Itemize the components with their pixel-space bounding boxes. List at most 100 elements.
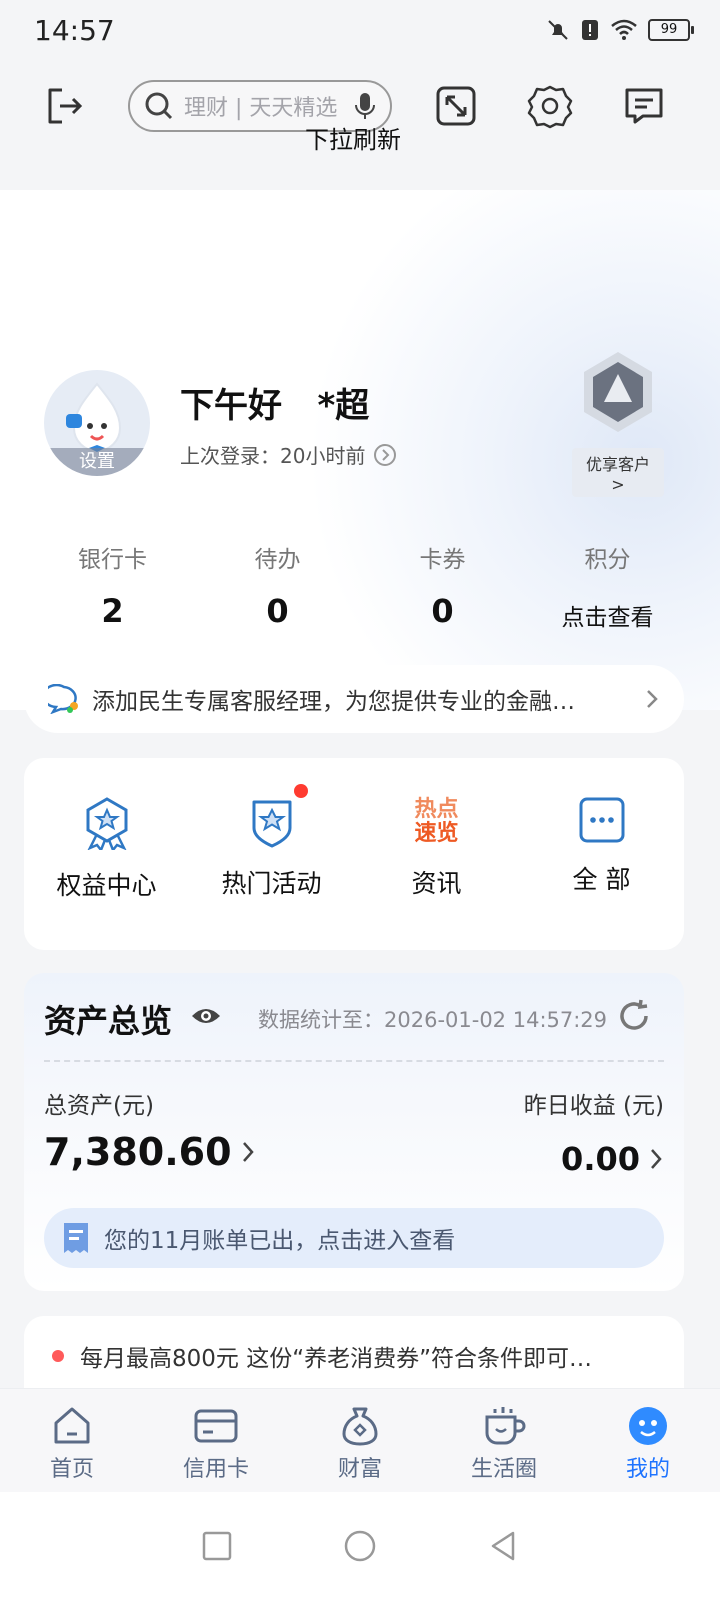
hot-icon-text-bottom: 速览 [414,821,459,846]
tab-credit-card[interactable]: 信用卡 [144,1389,288,1493]
bill-receipt-icon [64,1223,88,1253]
stat-value: 0 [266,592,289,630]
chat-bubble-icon [48,684,78,714]
tab-mine[interactable]: 我的 [576,1389,720,1493]
expand-icon [436,86,476,126]
avatar[interactable]: 设置 [44,370,150,476]
member-level[interactable]: 优享客户 > [572,350,664,497]
money-bag-icon [342,1407,378,1446]
home-circle-icon[interactable] [343,1529,377,1563]
hot-news-icon: 热点 速览 [414,796,458,848]
recent-apps-icon[interactable] [201,1530,233,1562]
stat-label: 待办 [254,547,301,573]
mute-bell-icon [548,20,568,40]
stat-label: 积分 [584,547,631,573]
stat-label: 卡券 [419,547,466,573]
news-ticker[interactable]: 每月最高800元 这份“养老消费券”符合条件即可… [24,1316,684,1396]
status-icons: 99 [546,18,694,42]
bottom-tab-bar: 首页 信用卡 财富 生活圈 我的 [0,1388,720,1493]
notification-dot [294,784,308,798]
tab-label: 首页 [49,1457,94,1482]
chevron-right-icon [242,1142,254,1162]
star-shield-icon [252,800,291,848]
shortcut-label: 热门活动 [221,869,322,898]
stat-value: 点击查看 [561,605,654,631]
tab-label: 财富 [337,1457,382,1482]
stat-value: 0 [431,592,454,630]
stat-label: 银行卡 [78,547,147,573]
assets-title: 资产总览 [44,1002,173,1040]
total-assets-amount: 7,380.60 [44,1130,232,1174]
total-assets-value[interactable]: 7,380.60 [44,1130,256,1174]
wifi-icon [611,19,637,40]
message-icon [625,88,663,124]
tab-life-circle[interactable]: 生活圈 [432,1389,576,1493]
chevron-right-icon [651,1149,662,1169]
battery-indicator: 99 [648,19,694,41]
member-badge-icon [584,352,652,432]
greeting-text: 下午好 [180,386,282,426]
news-text: 每月最高800元 这份“养老消费券”符合条件即可… [80,1346,593,1372]
status-time: 14:57 [34,14,115,47]
hot-icon-text-top: 热点 [414,797,459,822]
stat-todo[interactable]: 待办 0 [195,540,360,632]
last-login-text: 上次登录：20小时前 [180,444,366,468]
shortcut-benefits-center[interactable]: 权益中心 [24,758,189,950]
eye-icon[interactable] [190,1004,222,1028]
total-assets-label: 总资产(元) [44,1093,154,1119]
ribbon-medal-icon [86,797,127,850]
bill-notice-text: 您的11月账单已出，点击进入查看 [104,1228,456,1254]
home-icon [54,1407,90,1444]
shortcuts-panel: 权益中心 热门活动 热点 速览 资讯 全 部 [24,758,684,950]
shortcut-all[interactable]: 全 部 [519,758,684,950]
service-manager-notice[interactable]: 添加民生专属客服经理，为您提供专业的金融… [24,665,684,733]
assets-updated-time: 数据统计至：2026-01-02 14:57:29 [258,1008,608,1032]
user-name: *超 [317,386,370,426]
search-icon [145,92,173,120]
settings-button[interactable] [524,80,576,132]
refresh-icon[interactable] [616,998,652,1034]
messages-button[interactable] [618,80,670,132]
logout-icon [48,88,83,124]
greeting: 下午好 *超 [180,378,369,427]
shortcut-label: 资讯 [411,869,462,898]
tab-home[interactable]: 首页 [0,1389,144,1493]
tab-label: 信用卡 [182,1457,249,1482]
search-placeholder: 理财 | 天天精选 [184,96,338,121]
fullscreen-button[interactable] [430,80,482,132]
last-login[interactable]: 上次登录：20小时前 [180,440,397,469]
alert-icon [582,20,598,40]
shortcut-news[interactable]: 热点 速览 资讯 [354,758,519,950]
member-level-tag: 优享客户 > [572,448,664,497]
account-stats: 银行卡 2 待办 0 卡券 0 积分 点击查看 [30,540,690,632]
chevron-right-circle-icon [374,443,397,466]
stat-bank-cards[interactable]: 银行卡 2 [30,540,195,632]
tab-label: 生活圈 [470,1457,537,1482]
yesterday-earnings-value[interactable]: 0.00 [561,1140,664,1178]
gear-icon [527,85,573,129]
stat-coupons[interactable]: 卡券 0 [360,540,525,632]
shortcut-hot-activities[interactable]: 热门活动 [189,758,354,950]
back-triangle-icon[interactable] [487,1530,519,1562]
more-dots-icon [579,797,624,843]
stat-value: 2 [101,592,124,630]
chevron-right-icon [647,690,658,708]
avatar-settings-label: 设置 [44,448,150,476]
notice-text: 添加民生专属客服经理，为您提供专业的金融… [92,689,575,715]
yesterday-earnings-amount: 0.00 [561,1140,640,1178]
logout-button[interactable] [38,80,90,132]
shortcut-label: 权益中心 [56,871,157,900]
news-bullet [52,1350,64,1362]
tab-wealth[interactable]: 财富 [288,1389,432,1493]
cup-icon [485,1407,526,1445]
profile-mascot-icon [629,1407,667,1445]
microphone-icon[interactable] [354,91,376,121]
yesterday-earnings-label: 昨日收益 (元) [523,1093,664,1119]
stat-points[interactable]: 积分 点击查看 [525,540,690,632]
divider [44,1060,664,1062]
shortcut-label: 全 部 [572,865,631,894]
bill-notice[interactable]: 您的11月账单已出，点击进入查看 [44,1208,664,1268]
system-navigation-bar [0,1492,720,1600]
pull-to-refresh-hint: 下拉刷新 [305,126,401,154]
tab-label: 我的 [625,1457,670,1482]
